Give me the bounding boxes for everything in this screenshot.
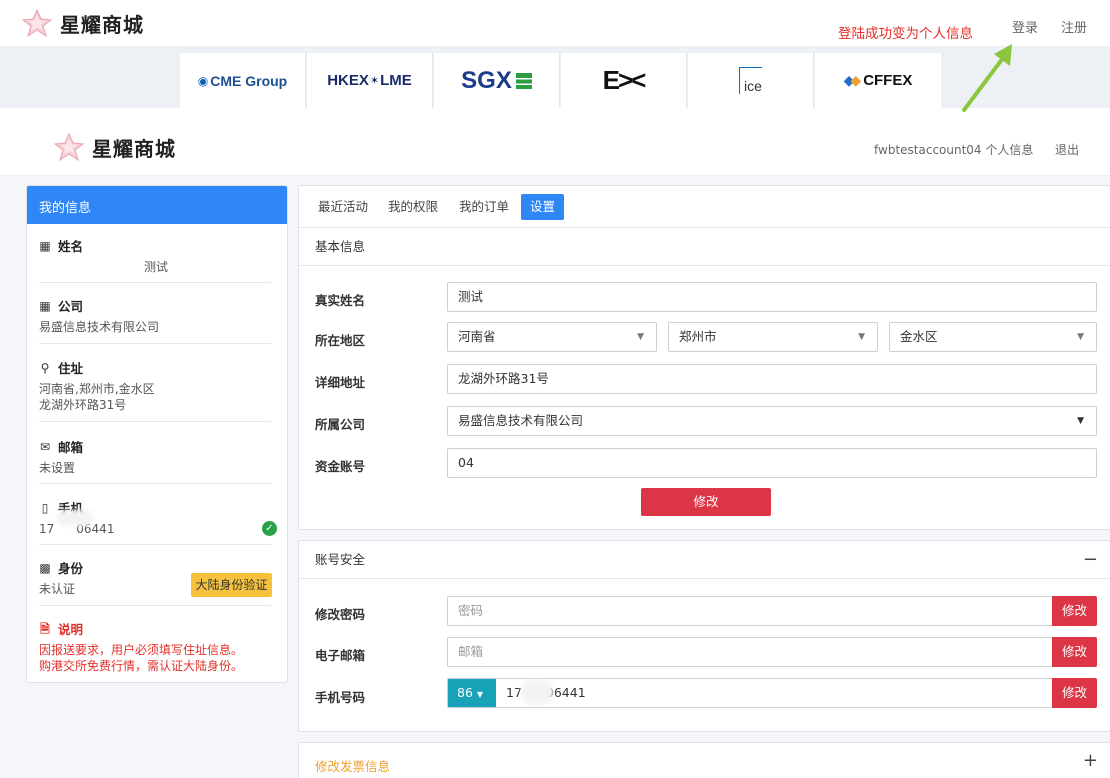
info-company: ▦ 公司 易盛信息技术有限公司 bbox=[39, 296, 271, 335]
region-label: 所在地区 bbox=[315, 333, 366, 348]
brand-name: 星耀商城 bbox=[92, 136, 176, 161]
phone-label: 手机号码 bbox=[315, 690, 366, 705]
info-address: ⚲ 住址 河南省,郑州市,金水区 龙湖外环路31号 bbox=[39, 358, 271, 413]
map-marker-icon: ⚲ bbox=[40, 360, 50, 375]
verified-check-icon: ✓ bbox=[262, 521, 277, 536]
info-company-value: 易盛信息技术有限公司 bbox=[39, 320, 160, 334]
basic-info-title: 基本信息 bbox=[299, 228, 1110, 266]
expand-icon[interactable]: + bbox=[1083, 750, 1098, 771]
info-note: 🗎 说明 因报送要求，用户必须填写住址信息。 购港交所免费行情，需认证大陆身份。 bbox=[39, 619, 271, 674]
caret-down-icon: ▼ bbox=[637, 332, 644, 342]
info-address-value: 河南省,郑州市,金水区 龙湖外环路31号 bbox=[39, 382, 155, 412]
district-select[interactable]: 金水区 ▼ bbox=[889, 322, 1097, 352]
account-security-panel: 账号安全 − 修改密码 密码 修改 电子邮箱 邮箱 修改 手机号码 86 ▼ 1… bbox=[298, 540, 1110, 732]
caret-down-icon: ▼ bbox=[1077, 416, 1084, 426]
exchange-logo-ice[interactable]: ice bbox=[688, 53, 814, 108]
second-header: 星耀商城 fwbtestaccount04 个人信息 退出 bbox=[0, 118, 1110, 176]
invoice-title: 修改发票信息 bbox=[315, 759, 391, 774]
real-name-input[interactable]: 测试 bbox=[447, 282, 1097, 312]
brand-logo[interactable]: 星耀商城 bbox=[18, 8, 144, 38]
mobile-icon: ▯ bbox=[41, 500, 49, 515]
tab-bar: 最近活动 我的权限 我的订单 设置 bbox=[299, 186, 1110, 228]
my-info-panel: 我的信息 ▦ 姓名 测试 ▦ 公司 易盛信息技术有限公司 ⚲ 住址 河南省,郑州市,金… bbox=[26, 185, 288, 683]
login-link[interactable]: 登录 bbox=[1012, 17, 1038, 36]
tab-settings[interactable]: 设置 bbox=[521, 194, 565, 220]
document-icon: 🗎 bbox=[40, 621, 50, 636]
account-label: 资金账号 bbox=[315, 459, 366, 474]
phone-edit-button[interactable]: 修改 bbox=[1052, 678, 1097, 708]
brand-name: 星耀商城 bbox=[60, 12, 144, 37]
province-select[interactable]: 河南省 ▼ bbox=[447, 322, 657, 352]
info-email: ✉ 邮箱 未设置 bbox=[39, 437, 271, 476]
caret-down-icon: ▼ bbox=[1077, 332, 1084, 342]
tab-my-orders[interactable]: 我的订单 bbox=[450, 194, 518, 220]
password-label: 修改密码 bbox=[315, 607, 366, 622]
country-code-select[interactable]: 86 ▼ bbox=[448, 679, 496, 707]
info-name: ▦ 姓名 测试 bbox=[39, 236, 271, 275]
star-logo-icon bbox=[53, 132, 85, 162]
company-select[interactable]: 易盛信息技术有限公司 ▼ bbox=[447, 406, 1097, 436]
collapse-icon[interactable]: − bbox=[1083, 541, 1098, 579]
email-label: 电子邮箱 bbox=[315, 648, 366, 663]
logout-link[interactable]: 退出 bbox=[1055, 141, 1079, 158]
id-card-icon: ▦ bbox=[39, 238, 51, 253]
building-icon: ▦ bbox=[39, 298, 51, 313]
email-edit-button[interactable]: 修改 bbox=[1052, 637, 1097, 667]
user-profile-link[interactable]: fwbtestaccount04 个人信息 bbox=[874, 141, 1033, 158]
tab-my-permissions[interactable]: 我的权限 bbox=[379, 194, 447, 220]
company-label: 所属公司 bbox=[315, 417, 366, 432]
info-email-value: 未设置 bbox=[39, 461, 76, 475]
star-logo-icon bbox=[21, 8, 53, 38]
city-select[interactable]: 郑州市 ▼ bbox=[668, 322, 878, 352]
basic-info-submit-button[interactable]: 修改 bbox=[641, 488, 771, 516]
password-edit-button[interactable]: 修改 bbox=[1052, 596, 1097, 626]
account-security-header[interactable]: 账号安全 − bbox=[299, 541, 1110, 579]
account-input[interactable]: 04 bbox=[447, 448, 1097, 478]
id-badge-icon: ▩ bbox=[39, 560, 51, 575]
invoice-panel[interactable]: 修改发票信息 + bbox=[298, 742, 1110, 778]
info-note-value: 因报送要求，用户必须填写住址信息。 购港交所免费行情，需认证大陆身份。 bbox=[39, 643, 244, 673]
envelope-icon: ✉ bbox=[39, 439, 51, 454]
settings-panel: 最近活动 我的权限 我的订单 设置 基本信息 真实姓名 测试 所在地区 河南省 ▼… bbox=[298, 185, 1110, 530]
brand-logo-secondary[interactable]: 星耀商城 bbox=[50, 132, 176, 162]
password-input[interactable]: 密码 bbox=[447, 596, 1053, 626]
exchange-logo-ex[interactable]: E>< bbox=[561, 53, 687, 108]
email-input[interactable]: 邮箱 bbox=[447, 637, 1053, 667]
exchange-logo-cme[interactable]: ◉ CME Group bbox=[180, 53, 306, 108]
exchange-logo-sgx[interactable]: SGX bbox=[434, 53, 560, 108]
exchange-logo-cffex[interactable]: ◆ ◆ CFFEX bbox=[815, 53, 941, 108]
caret-down-icon: ▼ bbox=[858, 332, 865, 342]
address-input[interactable]: 龙湖外环路31号 bbox=[447, 364, 1097, 394]
register-link[interactable]: 注册 bbox=[1061, 17, 1087, 36]
exchange-banner: ◉ CME Group HKEX ✶ LME SGX E>< ice ◆ ◆ CF… bbox=[0, 46, 1110, 108]
annotation-arrow-icon bbox=[962, 44, 1012, 112]
info-name-value: 测试 bbox=[144, 260, 169, 274]
my-info-title: 我的信息 bbox=[27, 186, 287, 224]
tab-recent-activity[interactable]: 最近活动 bbox=[309, 194, 377, 220]
address-label: 详细地址 bbox=[315, 375, 366, 390]
real-name-label: 真实姓名 bbox=[315, 293, 366, 308]
exchange-logo-hkex[interactable]: HKEX ✶ LME bbox=[307, 53, 433, 108]
caret-down-icon: ▼ bbox=[476, 690, 484, 699]
top-header: 星耀商城 登陆成功变为个人信息 登录 注册 bbox=[0, 0, 1110, 46]
mainland-verify-button[interactable]: 大陆身份验证 bbox=[191, 573, 272, 597]
